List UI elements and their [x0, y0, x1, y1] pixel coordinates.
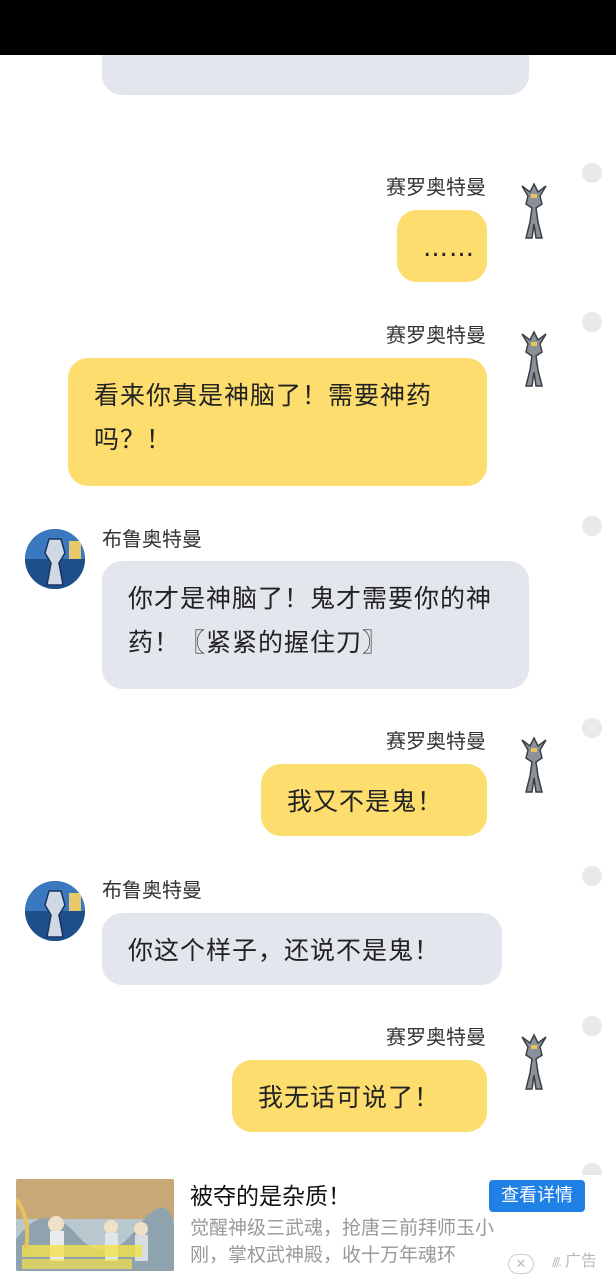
chat-bubble-partial[interactable]: [102, 55, 529, 95]
chat-bubble-mine[interactable]: 我又不是鬼！: [261, 764, 487, 836]
sender-name: 赛罗奥特曼: [386, 323, 486, 347]
ultraman-zero-avatar[interactable]: [516, 330, 552, 388]
select-dot[interactable]: [582, 312, 602, 332]
sender-name: 赛罗奥特曼: [386, 1025, 486, 1049]
chat-area[interactable]: 赛罗奥特曼 …… 赛罗奥特曼 看来你真是神脑了！需要神药吗？！ 布鲁奥特曼 你才…: [0, 55, 616, 1175]
chat-bubble-mine[interactable]: 我无话可说了！: [232, 1060, 487, 1132]
message-text: 我无话可说了！: [258, 1083, 441, 1112]
chat-bubble-mine[interactable]: ……: [397, 210, 487, 282]
ultraman-zero-avatar[interactable]: [516, 182, 552, 240]
view-details-button[interactable]: 查看详情: [489, 1180, 585, 1212]
message-text: 我又不是鬼！: [287, 787, 444, 816]
select-dot[interactable]: [582, 1163, 602, 1175]
message-text: 看来你真是神脑了！需要神药吗？！: [94, 381, 433, 454]
message-text: ……: [423, 233, 475, 262]
ad-banner[interactable]: 被夺的是杂质！ 觉醒神级三武魂，抢唐三前拜师玉小刚，掌权武神殿，收十万年魂环 查…: [0, 1175, 616, 1280]
select-dot[interactable]: [582, 866, 602, 886]
sender-name: 赛罗奥特曼: [386, 729, 486, 753]
ad-tag-text: 广告: [565, 1251, 598, 1270]
ultraman-zero-avatar[interactable]: [516, 1033, 552, 1091]
sender-name: 赛罗奥特曼: [386, 175, 486, 199]
ultraman-blu-avatar[interactable]: [25, 529, 85, 589]
message-text: 你才是神脑了！鬼才需要你的神药！〖紧紧的握住刀〗: [128, 584, 493, 657]
select-dot[interactable]: [582, 516, 602, 536]
select-dot[interactable]: [582, 1016, 602, 1036]
select-dot[interactable]: [582, 163, 602, 183]
ad-thumbnail[interactable]: [16, 1179, 174, 1271]
ad-title[interactable]: 被夺的是杂质！: [190, 1181, 351, 1213]
ad-logo-icon: ///.: [552, 1255, 562, 1269]
ultraman-blu-avatar[interactable]: [25, 881, 85, 941]
status-bar: [0, 0, 616, 55]
select-dot[interactable]: [582, 718, 602, 738]
message-text: 你这个样子，还说不是鬼！: [128, 936, 441, 965]
ultraman-zero-avatar[interactable]: [516, 736, 552, 794]
sender-name: 布鲁奥特曼: [102, 878, 202, 902]
chat-bubble-theirs[interactable]: 你才是神脑了！鬼才需要你的神药！〖紧紧的握住刀〗: [102, 561, 529, 689]
ad-label: ///. 广告: [552, 1249, 597, 1274]
ad-description[interactable]: 觉醒神级三武魂，抢唐三前拜师玉小刚，掌权武神殿，收十万年魂环: [190, 1215, 520, 1269]
sender-name: 布鲁奥特曼: [102, 527, 202, 551]
chat-bubble-mine[interactable]: 看来你真是神脑了！需要神药吗？！: [68, 358, 487, 486]
close-icon[interactable]: ✕: [508, 1254, 534, 1274]
chat-bubble-theirs[interactable]: 你这个样子，还说不是鬼！: [102, 913, 502, 985]
